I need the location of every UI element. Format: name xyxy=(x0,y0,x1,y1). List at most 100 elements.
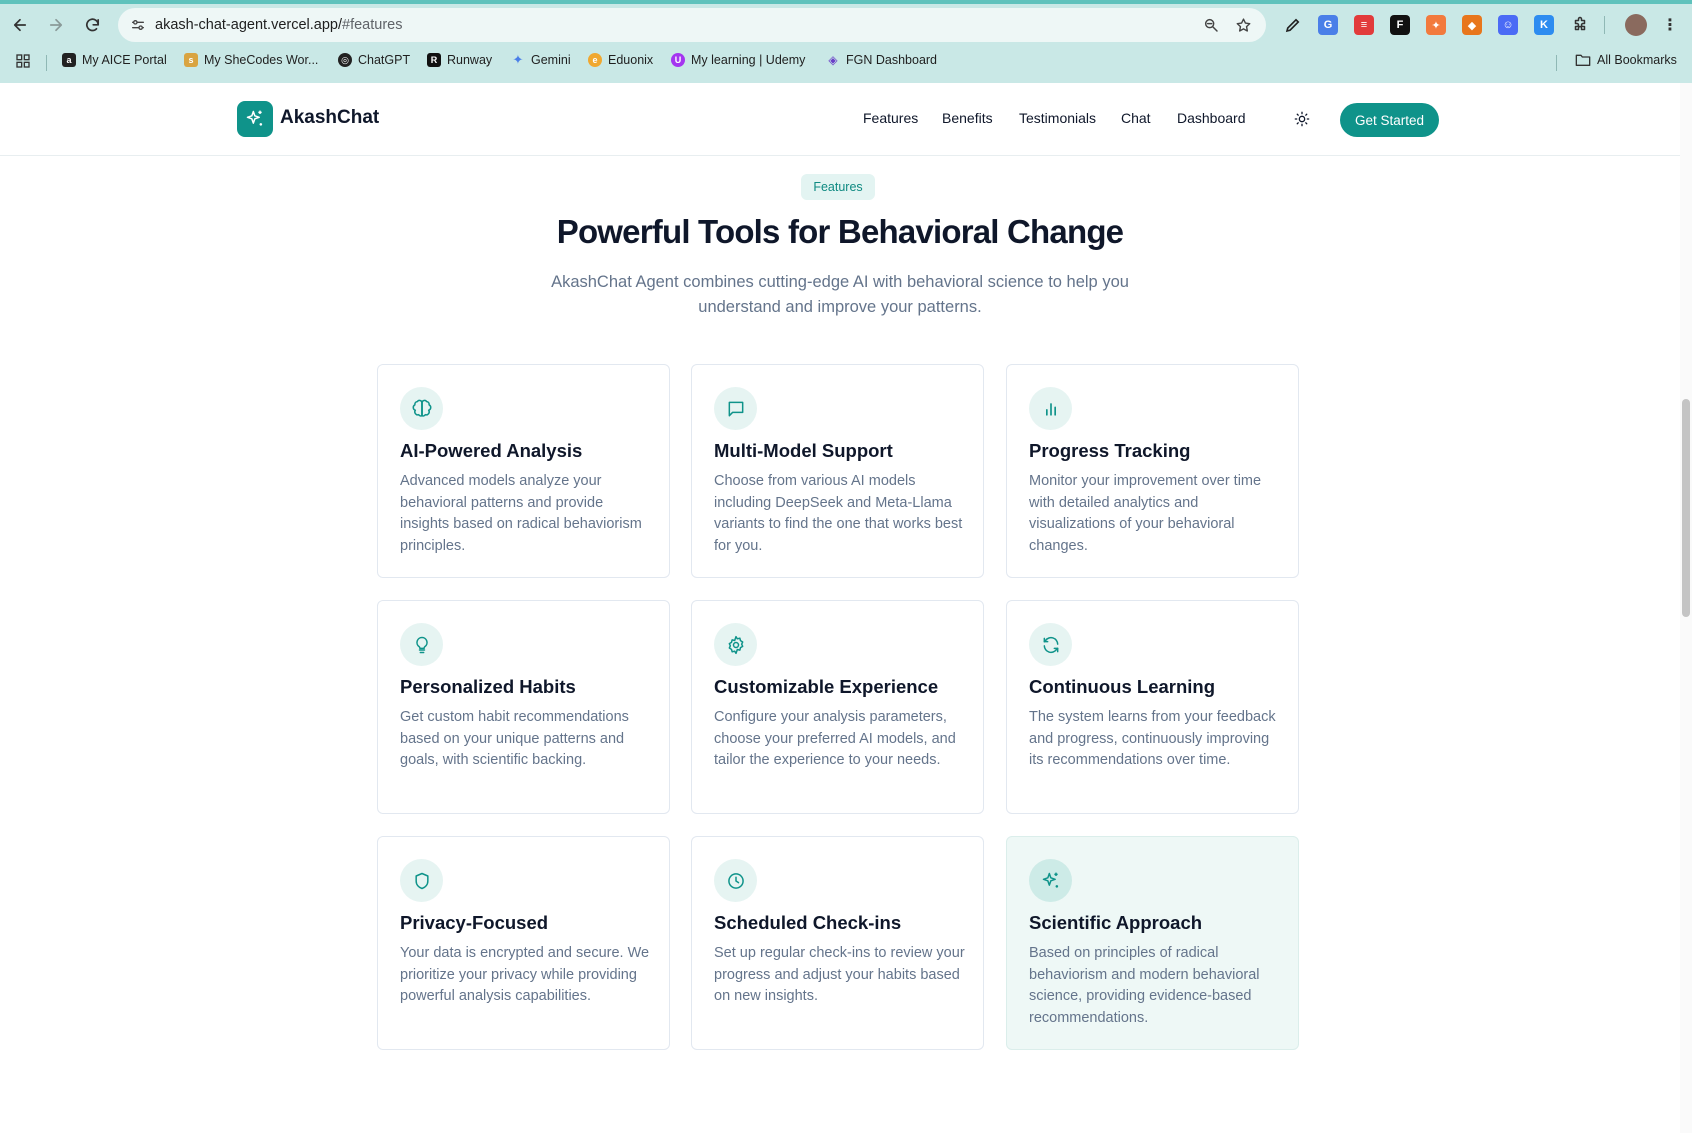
feature-card: AI-Powered Analysis Advanced models anal… xyxy=(377,364,670,578)
bookmarks-divider xyxy=(46,55,47,71)
eduonix-icon: e xyxy=(588,53,602,67)
f-extension-icon[interactable]: F xyxy=(1390,15,1410,35)
feature-title: AI-Powered Analysis xyxy=(400,440,583,461)
udemy-icon: U xyxy=(671,53,685,67)
section-badge: Features xyxy=(801,174,875,200)
feature-card: Continuous Learning The system learns fr… xyxy=(1006,600,1299,814)
extensions-puzzle-icon[interactable] xyxy=(1570,15,1590,35)
chatgpt-icon: ◎ xyxy=(338,53,352,67)
scrollbar-thumb[interactable] xyxy=(1682,399,1690,617)
todoist-extension-icon[interactable]: ≡ xyxy=(1354,15,1374,35)
bookmark-label: ChatGPT xyxy=(358,53,411,67)
url-text: akash-chat-agent.vercel.app/#features xyxy=(155,17,402,33)
shecodes-icon: s xyxy=(184,53,198,67)
bookmark-item[interactable]: s My SheCodes Wor... xyxy=(184,53,318,67)
feature-description: Configure your analysis parameters, choo… xyxy=(714,709,956,768)
feature-description: The system learns from your feedback and… xyxy=(1029,709,1276,768)
zoom-icon[interactable] xyxy=(1201,15,1221,35)
bookmark-star-icon[interactable] xyxy=(1233,15,1253,35)
page-scrollbar[interactable] xyxy=(1680,83,1692,1133)
refresh-icon xyxy=(1029,623,1072,666)
bookmark-label: Runway xyxy=(447,53,493,67)
tab-strip-edge xyxy=(0,0,1692,4)
nav-link-benefits[interactable]: Benefits xyxy=(942,110,993,126)
bookmark-label: My SheCodes Wor... xyxy=(204,53,319,67)
k-extension-icon[interactable]: K xyxy=(1534,15,1554,35)
gemini-icon: ✦ xyxy=(512,52,524,67)
bookmark-item[interactable]: ✦ Gemini xyxy=(511,52,571,67)
feature-title: Progress Tracking xyxy=(1029,440,1191,461)
feature-description: Your data is encrypted and secure. We pr… xyxy=(400,945,650,1004)
feature-description: Based on principles of radical behaviori… xyxy=(1029,945,1260,1026)
nav-link-dashboard[interactable]: Dashboard xyxy=(1177,110,1246,126)
bookmark-item[interactable]: U My learning | Udemy xyxy=(671,53,805,67)
nav-link-features[interactable]: Features xyxy=(863,110,918,126)
bookmark-label: My AICE Portal xyxy=(82,53,167,67)
theme-toggle-button[interactable] xyxy=(1290,107,1314,131)
bookmark-label: FGN Dashboard xyxy=(846,53,938,67)
bar-chart-icon xyxy=(1029,387,1072,430)
site-settings-icon[interactable] xyxy=(128,15,148,35)
runway-icon: R xyxy=(427,53,441,67)
feature-card: Privacy-Focused Your data is encrypted a… xyxy=(377,836,670,1050)
feature-card: Customizable Experience Configure your a… xyxy=(691,600,984,814)
nav-link-chat[interactable]: Chat xyxy=(1121,110,1151,126)
metamask-extension-icon[interactable]: ◆ xyxy=(1462,15,1482,35)
back-button[interactable] xyxy=(7,12,33,38)
forward-button[interactable] xyxy=(43,12,69,38)
feature-title: Customizable Experience xyxy=(714,676,939,697)
profile-avatar[interactable] xyxy=(1625,14,1647,36)
site-header: AkashChat Features Benefits Testimonials… xyxy=(0,83,1680,156)
bookmark-item[interactable]: R Runway xyxy=(427,53,492,67)
logo-text[interactable]: AkashChat xyxy=(280,107,379,129)
get-started-button[interactable]: Get Started xyxy=(1340,103,1439,137)
bookmark-label: Gemini xyxy=(531,53,571,67)
gear-icon xyxy=(714,623,757,666)
feature-card: Multi-Model Support Choose from various … xyxy=(691,364,984,578)
feature-card-highlighted: Scientific Approach Based on principles … xyxy=(1006,836,1299,1050)
bookmark-label: Eduonix xyxy=(608,53,654,67)
feature-description: Get custom habit recommendations based o… xyxy=(400,709,629,768)
message-icon xyxy=(714,387,757,430)
feature-description: Advanced models analyze your behavioral … xyxy=(400,473,642,554)
folder-icon xyxy=(1575,54,1591,67)
bookmark-item[interactable]: ◈ FGN Dashboard xyxy=(826,53,937,67)
reload-button[interactable] xyxy=(79,12,105,38)
bookmark-item[interactable]: e Eduonix xyxy=(588,53,653,67)
bookmarks-bar: a My AICE Portal s My SheCodes Wor... ◎ Cha… xyxy=(0,50,1692,74)
lightbulb-icon xyxy=(400,623,443,666)
page-viewport: AkashChat Features Benefits Testimonials… xyxy=(0,83,1692,1133)
nav-link-testimonials[interactable]: Testimonials xyxy=(1019,110,1096,126)
all-bookmarks-label: All Bookmarks xyxy=(1597,53,1677,67)
bookmark-item[interactable]: ◎ ChatGPT xyxy=(338,53,410,67)
toolbar-divider xyxy=(1604,16,1605,34)
pen-extension-icon[interactable] xyxy=(1283,15,1303,35)
sparkles-icon xyxy=(1029,859,1072,902)
feature-description: Monitor your improvement over time with … xyxy=(1029,473,1262,554)
address-bar[interactable]: akash-chat-agent.vercel.app/#features xyxy=(118,8,1266,42)
feature-title: Privacy-Focused xyxy=(400,912,549,933)
logo-mark[interactable] xyxy=(237,101,273,137)
sparkles-icon xyxy=(246,110,263,126)
clock-icon xyxy=(714,859,757,902)
bookmark-label: My learning | Udemy xyxy=(691,53,806,67)
browser-chrome: akash-chat-agent.vercel.app/#features G … xyxy=(0,0,1692,83)
brain-icon xyxy=(400,387,443,430)
feature-title: Continuous Learning xyxy=(1029,676,1216,697)
section-subtitle: AkashChat Agent combines cutting-edge AI… xyxy=(551,273,1129,316)
shield-icon xyxy=(400,859,443,902)
bookmark-item[interactable]: a My AICE Portal xyxy=(62,53,167,67)
all-bookmarks-button[interactable]: All Bookmarks xyxy=(1575,53,1677,67)
feature-card: Progress Tracking Monitor your improveme… xyxy=(1006,364,1299,578)
feature-card: Scheduled Check-ins Set up regular check… xyxy=(691,836,984,1050)
fgn-icon: ◈ xyxy=(828,53,838,67)
translate-extension-icon[interactable]: G xyxy=(1318,15,1338,35)
url-path: #features xyxy=(342,17,403,33)
spark-extension-icon[interactable]: ✦ xyxy=(1426,15,1446,35)
bookmarks-divider xyxy=(1556,55,1557,71)
apps-grid-icon[interactable] xyxy=(15,53,31,69)
feature-description: Choose from various AI models including … xyxy=(714,473,963,554)
bot-extension-icon[interactable]: ☺ xyxy=(1498,15,1518,35)
feature-card: Personalized Habits Get custom habit rec… xyxy=(377,600,670,814)
browser-menu-icon[interactable]: ⋮ xyxy=(1660,15,1680,35)
